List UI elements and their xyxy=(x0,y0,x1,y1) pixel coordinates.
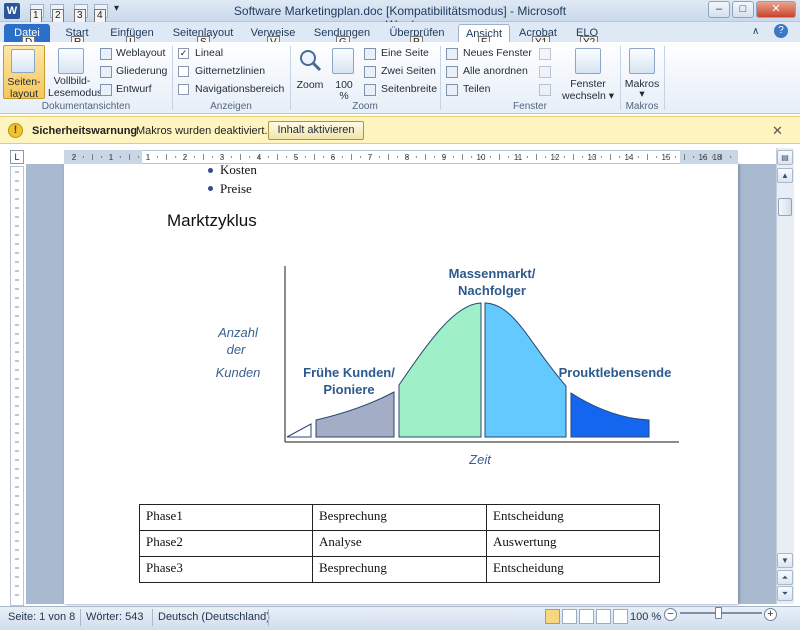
table-row: Phase2 Analyse Auswertung xyxy=(139,530,660,557)
language-indicator[interactable]: Deutsch (Deutschland) xyxy=(158,611,270,623)
zoom-level[interactable]: 100 % xyxy=(630,611,661,623)
table-cell[interactable]: Phase3 xyxy=(139,556,313,583)
table-cell[interactable]: Analyse xyxy=(312,530,487,557)
zoom-out-button[interactable]: − xyxy=(664,608,677,621)
draft-view-icon[interactable] xyxy=(613,609,628,624)
table-cell[interactable]: Auswertung xyxy=(486,530,660,557)
table-cell[interactable]: Besprechung xyxy=(312,504,487,531)
table-cell[interactable]: Phase2 xyxy=(139,530,313,557)
phase-growth-area xyxy=(398,302,482,438)
label-early-adopters-line2: Pioniere xyxy=(323,382,375,397)
zoom-in-button[interactable]: + xyxy=(764,608,777,621)
print-layout-view-icon[interactable] xyxy=(545,609,560,624)
table-cell[interactable]: Entscheidung xyxy=(486,504,660,531)
y-axis-label-line2: der xyxy=(226,342,246,357)
table-row: Phase3 Besprechung Entscheidung xyxy=(139,556,660,583)
label-mass-market-line1: Massenmarkt/ xyxy=(448,266,536,281)
y-axis-label-line3: Kunden xyxy=(215,365,261,380)
outline-view-icon[interactable] xyxy=(596,609,611,624)
x-axis-label: Zeit xyxy=(469,452,491,467)
table-cell[interactable]: Entscheidung xyxy=(486,556,660,583)
page-count[interactable]: Seite: 1 von 8 xyxy=(8,611,75,623)
y-axis-label-line1: Anzahl xyxy=(218,325,258,340)
table-row: Phase1 Besprechung Entscheidung xyxy=(139,504,660,531)
table-cell[interactable]: Besprechung xyxy=(312,556,487,583)
phase-table: Phase1 Besprechung Entscheidung Phase2 A… xyxy=(139,504,660,583)
word-count[interactable]: Wörter: 543 xyxy=(86,611,143,623)
status-divider xyxy=(268,609,269,626)
full-screen-view-icon[interactable] xyxy=(562,609,577,624)
label-mass-market-line2: Nachfolger xyxy=(458,283,526,298)
phase-pioneer-area xyxy=(286,423,312,438)
status-divider xyxy=(80,609,81,626)
label-end-of-life: Prouktlebensende xyxy=(558,365,672,380)
web-layout-view-icon[interactable] xyxy=(579,609,594,624)
status-divider xyxy=(152,609,153,626)
label-early-adopters-line1: Frühe Kunden/ xyxy=(303,365,395,380)
table-cell[interactable]: Phase1 xyxy=(139,504,313,531)
phase-early-adopters-area xyxy=(315,391,395,438)
zoom-slider-thumb[interactable] xyxy=(715,607,722,619)
phase-end-of-life-area xyxy=(570,392,650,438)
